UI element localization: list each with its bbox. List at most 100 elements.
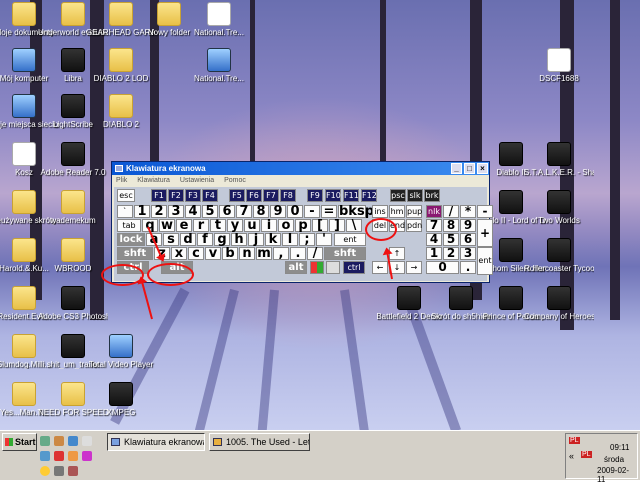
key[interactable]: shft	[324, 247, 366, 260]
quick-launch-icon[interactable]	[40, 451, 50, 461]
key[interactable]: p	[295, 219, 311, 232]
key[interactable]: ←	[372, 261, 388, 274]
quick-launch-icon[interactable]	[68, 466, 78, 476]
key[interactable]: o	[278, 219, 294, 232]
key[interactable]: ctrl	[343, 261, 365, 274]
key[interactable]: 4	[426, 233, 442, 246]
key[interactable]: 9	[270, 205, 286, 218]
desktop-icon[interactable]: wademekum	[38, 190, 108, 225]
key[interactable]: 2	[443, 247, 459, 260]
quick-launch-icon[interactable]	[54, 451, 64, 461]
desktop-icon[interactable]: Two Worlds	[524, 190, 594, 225]
key[interactable]: h	[231, 233, 247, 246]
key[interactable]: e	[176, 219, 192, 232]
key[interactable]: psc	[390, 189, 406, 202]
key[interactable]: F1	[151, 189, 167, 202]
window-title-bar[interactable]: Klawiatura ekranowa _ □ ×	[112, 162, 489, 175]
minimize-button[interactable]: _	[451, 163, 462, 174]
key[interactable]: u	[244, 219, 260, 232]
key[interactable]: bksp	[338, 205, 374, 218]
menu-help[interactable]: Pomoc	[224, 177, 246, 184]
quick-launch-icon[interactable]	[40, 466, 50, 476]
taskbar-task-media[interactable]: 1005. The Used - Let It ...	[209, 433, 310, 451]
desktop-icon[interactable]: National.Tre...	[184, 48, 254, 83]
desktop-icon[interactable]: S.T.A.L.K.E.R. - Shadow of...	[524, 142, 594, 177]
key[interactable]: 4	[185, 205, 201, 218]
desktop-icon[interactable]: DIABLO 2	[86, 94, 156, 129]
key[interactable]: tab	[117, 219, 141, 232]
key[interactable]: g	[214, 233, 230, 246]
key[interactable]: 7	[426, 219, 442, 232]
key[interactable]: l	[282, 233, 298, 246]
key[interactable]: x	[171, 247, 187, 260]
key[interactable]: F11	[343, 189, 359, 202]
key[interactable]: `	[117, 205, 133, 218]
windows-key-icon[interactable]	[310, 261, 324, 274]
key[interactable]: hm	[389, 205, 405, 218]
key[interactable]: 7	[236, 205, 252, 218]
key[interactable]: 6	[219, 205, 235, 218]
language-indicator[interactable]: PL	[569, 437, 580, 444]
key[interactable]: 3	[168, 205, 184, 218]
key[interactable]: -	[477, 205, 493, 218]
menu-file[interactable]: Plik	[116, 177, 127, 184]
key[interactable]: 9	[460, 219, 476, 232]
key[interactable]: c	[188, 247, 204, 260]
key[interactable]: ,	[273, 247, 289, 260]
key[interactable]: F12	[361, 189, 377, 202]
menu-key-icon[interactable]	[326, 261, 340, 274]
quick-launch-icon[interactable]	[82, 451, 92, 461]
desktop-icon[interactable]: Total Video Player	[86, 334, 156, 369]
key[interactable]: pup	[406, 205, 422, 218]
key[interactable]: f	[197, 233, 213, 246]
key[interactable]: F9	[307, 189, 323, 202]
quick-launch-icon[interactable]	[82, 436, 92, 446]
quick-launch-icon[interactable]	[54, 436, 64, 446]
key[interactable]: ins	[372, 205, 388, 218]
show-desktop-icon[interactable]	[40, 436, 50, 446]
key[interactable]: ]	[329, 219, 345, 232]
key[interactable]: F3	[185, 189, 201, 202]
desktop-icon[interactable]: Adobe Reader 7.0	[38, 142, 108, 177]
key[interactable]: nlk	[426, 205, 442, 218]
key[interactable]: .	[460, 261, 476, 274]
key[interactable]: lock	[117, 233, 145, 246]
key[interactable]: 6	[460, 233, 476, 246]
key[interactable]: esc	[117, 189, 135, 202]
key[interactable]: 8	[443, 219, 459, 232]
key[interactable]: m	[256, 247, 272, 260]
key[interactable]: d	[180, 233, 196, 246]
key[interactable]: ent	[477, 247, 493, 275]
key[interactable]: pdn	[406, 219, 422, 232]
key[interactable]: j	[248, 233, 264, 246]
close-button[interactable]: ×	[477, 163, 488, 174]
key[interactable]: =	[321, 205, 337, 218]
key[interactable]: s	[163, 233, 179, 246]
clock-time[interactable]: 09:11	[610, 443, 629, 452]
taskbar-task-keyboard[interactable]: Klawiatura ekranowa	[107, 433, 205, 451]
key[interactable]: 5	[443, 233, 459, 246]
key[interactable]: shft	[117, 247, 153, 260]
menu-settings[interactable]: Ustawienia	[180, 177, 214, 184]
key[interactable]: brk	[424, 189, 440, 202]
quick-launch-icon[interactable]	[68, 451, 78, 461]
key[interactable]: 0	[426, 261, 459, 274]
key[interactable]: ;	[299, 233, 315, 246]
key[interactable]: \	[346, 219, 362, 232]
desktop-icon[interactable]: XMPEG	[86, 382, 156, 417]
desktop-icon[interactable]: Adobe CS3 Photoshop...	[38, 286, 108, 321]
key[interactable]: /	[307, 247, 323, 260]
key[interactable]: i	[261, 219, 277, 232]
desktop-icon[interactable]: Rollercoaster Tycoon 2	[524, 238, 594, 273]
key[interactable]: t	[210, 219, 226, 232]
key[interactable]: +	[477, 219, 493, 247]
desktop-icon[interactable]: DIABLO 2 LOD	[86, 48, 156, 83]
desktop-icon[interactable]: National.Tre...	[184, 2, 254, 37]
key[interactable]: n	[239, 247, 255, 260]
maximize-button[interactable]: □	[464, 163, 475, 174]
key[interactable]: F4	[202, 189, 218, 202]
desktop-icon[interactable]: DSCF1688	[524, 48, 594, 83]
key[interactable]: 2	[151, 205, 167, 218]
key[interactable]: F8	[280, 189, 296, 202]
key[interactable]: F10	[325, 189, 341, 202]
